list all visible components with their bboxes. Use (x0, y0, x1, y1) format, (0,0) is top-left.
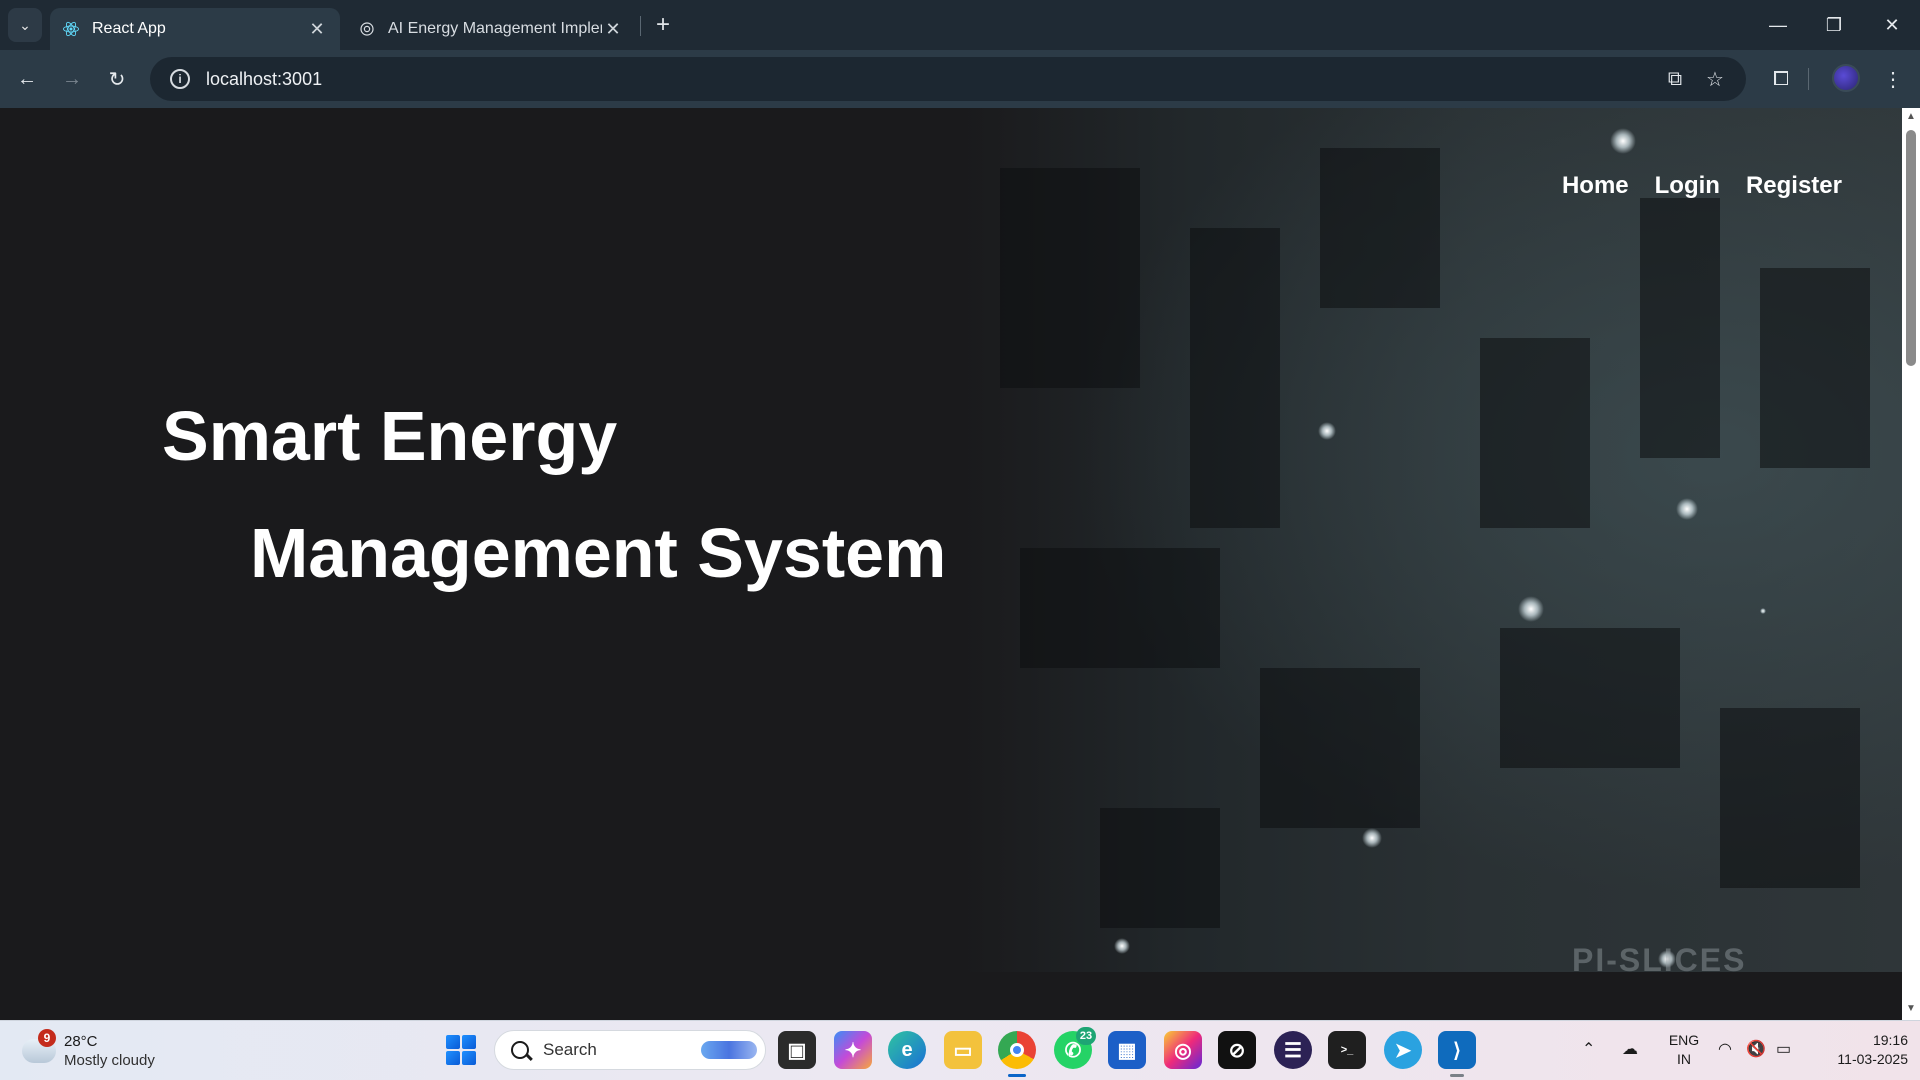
clock-time: 19:16 (1872, 1032, 1908, 1048)
tab-search-button[interactable]: ⌄ (8, 8, 42, 42)
nav-login-link[interactable]: Login (1655, 172, 1720, 200)
menu-kebab-icon[interactable]: ⋮ (1876, 62, 1910, 96)
whatsapp-unread-badge: 23 (1076, 1027, 1096, 1045)
input-language-indicator[interactable]: ENG IN (1666, 1031, 1702, 1069)
react-logo-icon (63, 21, 79, 37)
page-viewport: Home Login Register Smart Energy Managem… (0, 108, 1902, 1020)
taskbar-search[interactable]: Search (494, 1030, 766, 1070)
onedrive-cloud-icon[interactable]: ☁ (1622, 1039, 1638, 1059)
weather-widget[interactable]: 9 28°C Mostly cloudy (22, 1029, 172, 1073)
extensions-icon[interactable]: ⧠ (1764, 62, 1798, 96)
search-icon (511, 1041, 529, 1059)
minimize-button[interactable]: — (1750, 0, 1806, 50)
scroll-thumb[interactable] (1906, 130, 1916, 366)
profile-avatar[interactable] (1832, 64, 1860, 92)
site-info-icon[interactable]: i (170, 69, 190, 89)
bookmark-star-icon[interactable]: ☆ (1700, 64, 1730, 94)
microsoft-store-icon[interactable]: ▦ (1108, 1031, 1146, 1069)
tab-ai-energy[interactable]: AI Energy Management Implem ✕ (346, 8, 636, 50)
wifi-icon[interactable]: ◠ (1718, 1039, 1732, 1059)
reload-button[interactable]: ↻ (100, 62, 134, 96)
close-window-button[interactable]: ✕ (1864, 0, 1920, 50)
tab-title: React App (92, 20, 166, 37)
file-explorer-icon[interactable]: ▭ (944, 1031, 982, 1069)
chrome-icon[interactable] (998, 1031, 1036, 1077)
windows-taskbar: 9 28°C Mostly cloudy Search ▣ ✦ e ▭ ✆ 23… (0, 1020, 1920, 1080)
eclipse-icon[interactable]: ☰ (1274, 1031, 1312, 1069)
edge-icon[interactable]: e (888, 1031, 926, 1069)
instagram-icon[interactable]: ◎ (1164, 1031, 1202, 1069)
mysql-shell-icon[interactable]: >_ (1328, 1031, 1366, 1069)
search-placeholder: Search (543, 1040, 597, 1059)
hero-title-line1: Smart Energy (162, 397, 618, 475)
new-tab-button[interactable]: + (648, 10, 678, 40)
vscode-icon[interactable]: ⟩ (1438, 1031, 1476, 1077)
restore-button[interactable]: ❐ (1806, 0, 1862, 50)
tab-title: AI Energy Management Implem (388, 20, 602, 37)
sketch-app-icon[interactable]: ⊘ (1218, 1031, 1256, 1069)
start-button[interactable] (446, 1035, 476, 1065)
weather-condition: Mostly cloudy (64, 1052, 155, 1069)
telegram-icon[interactable]: ➤ (1384, 1031, 1422, 1069)
browser-toolbar: ← → ↻ i localhost:3001 ⧉ ☆ ⧠ ⋮ (0, 50, 1920, 108)
system-clock[interactable]: 19:16 11-03-2025 (1816, 1031, 1908, 1069)
chatgpt-logo-icon (360, 22, 374, 36)
scroll-down-arrow-icon[interactable]: ▼ (1906, 1004, 1916, 1014)
whatsapp-icon[interactable]: ✆ 23 (1054, 1027, 1096, 1069)
url-text: localhost:3001 (206, 68, 323, 89)
weather-temperature: 28°C (64, 1033, 98, 1050)
task-view-icon[interactable]: ▣ (778, 1031, 816, 1069)
tab-separator (640, 16, 641, 36)
background-circuit-image (960, 108, 1902, 972)
volume-muted-icon[interactable]: 🔇 (1746, 1039, 1766, 1059)
weather-badge: 9 (38, 1029, 56, 1047)
region-code: IN (1677, 1051, 1691, 1067)
scroll-up-arrow-icon[interactable]: ▲ (1906, 112, 1916, 122)
toolbar-separator (1808, 68, 1809, 90)
clock-date: 11-03-2025 (1837, 1051, 1908, 1067)
battery-icon[interactable]: ▭ (1776, 1039, 1791, 1059)
show-hidden-icons-chevron-icon[interactable]: ⌃ (1582, 1039, 1595, 1059)
address-bar[interactable]: i localhost:3001 ⧉ ☆ (150, 57, 1746, 101)
tab-react-app[interactable]: React App ✕ (50, 8, 340, 50)
copilot-icon[interactable]: ✦ (834, 1031, 872, 1069)
hero-title-line2: Management System (250, 514, 947, 592)
nav-home-link[interactable]: Home (1562, 172, 1629, 200)
browser-tab-strip: ⌄ React App ✕ AI Energy Management Imple… (0, 0, 1920, 50)
back-button[interactable]: ← (10, 62, 44, 96)
language-code: ENG (1668, 1032, 1700, 1048)
search-highlight-icon (701, 1041, 757, 1059)
page-scrollbar[interactable]: ▲ ▼ (1902, 108, 1920, 1020)
close-tab-icon[interactable]: ✕ (602, 18, 624, 40)
forward-button[interactable]: → (55, 62, 89, 96)
close-tab-icon[interactable]: ✕ (306, 18, 328, 40)
site-nav: Home Login Register (1562, 172, 1842, 200)
open-in-app-icon[interactable]: ⧉ (1660, 64, 1690, 94)
nav-register-link[interactable]: Register (1746, 172, 1842, 200)
image-watermark: PI-SLICES (1572, 942, 1747, 978)
